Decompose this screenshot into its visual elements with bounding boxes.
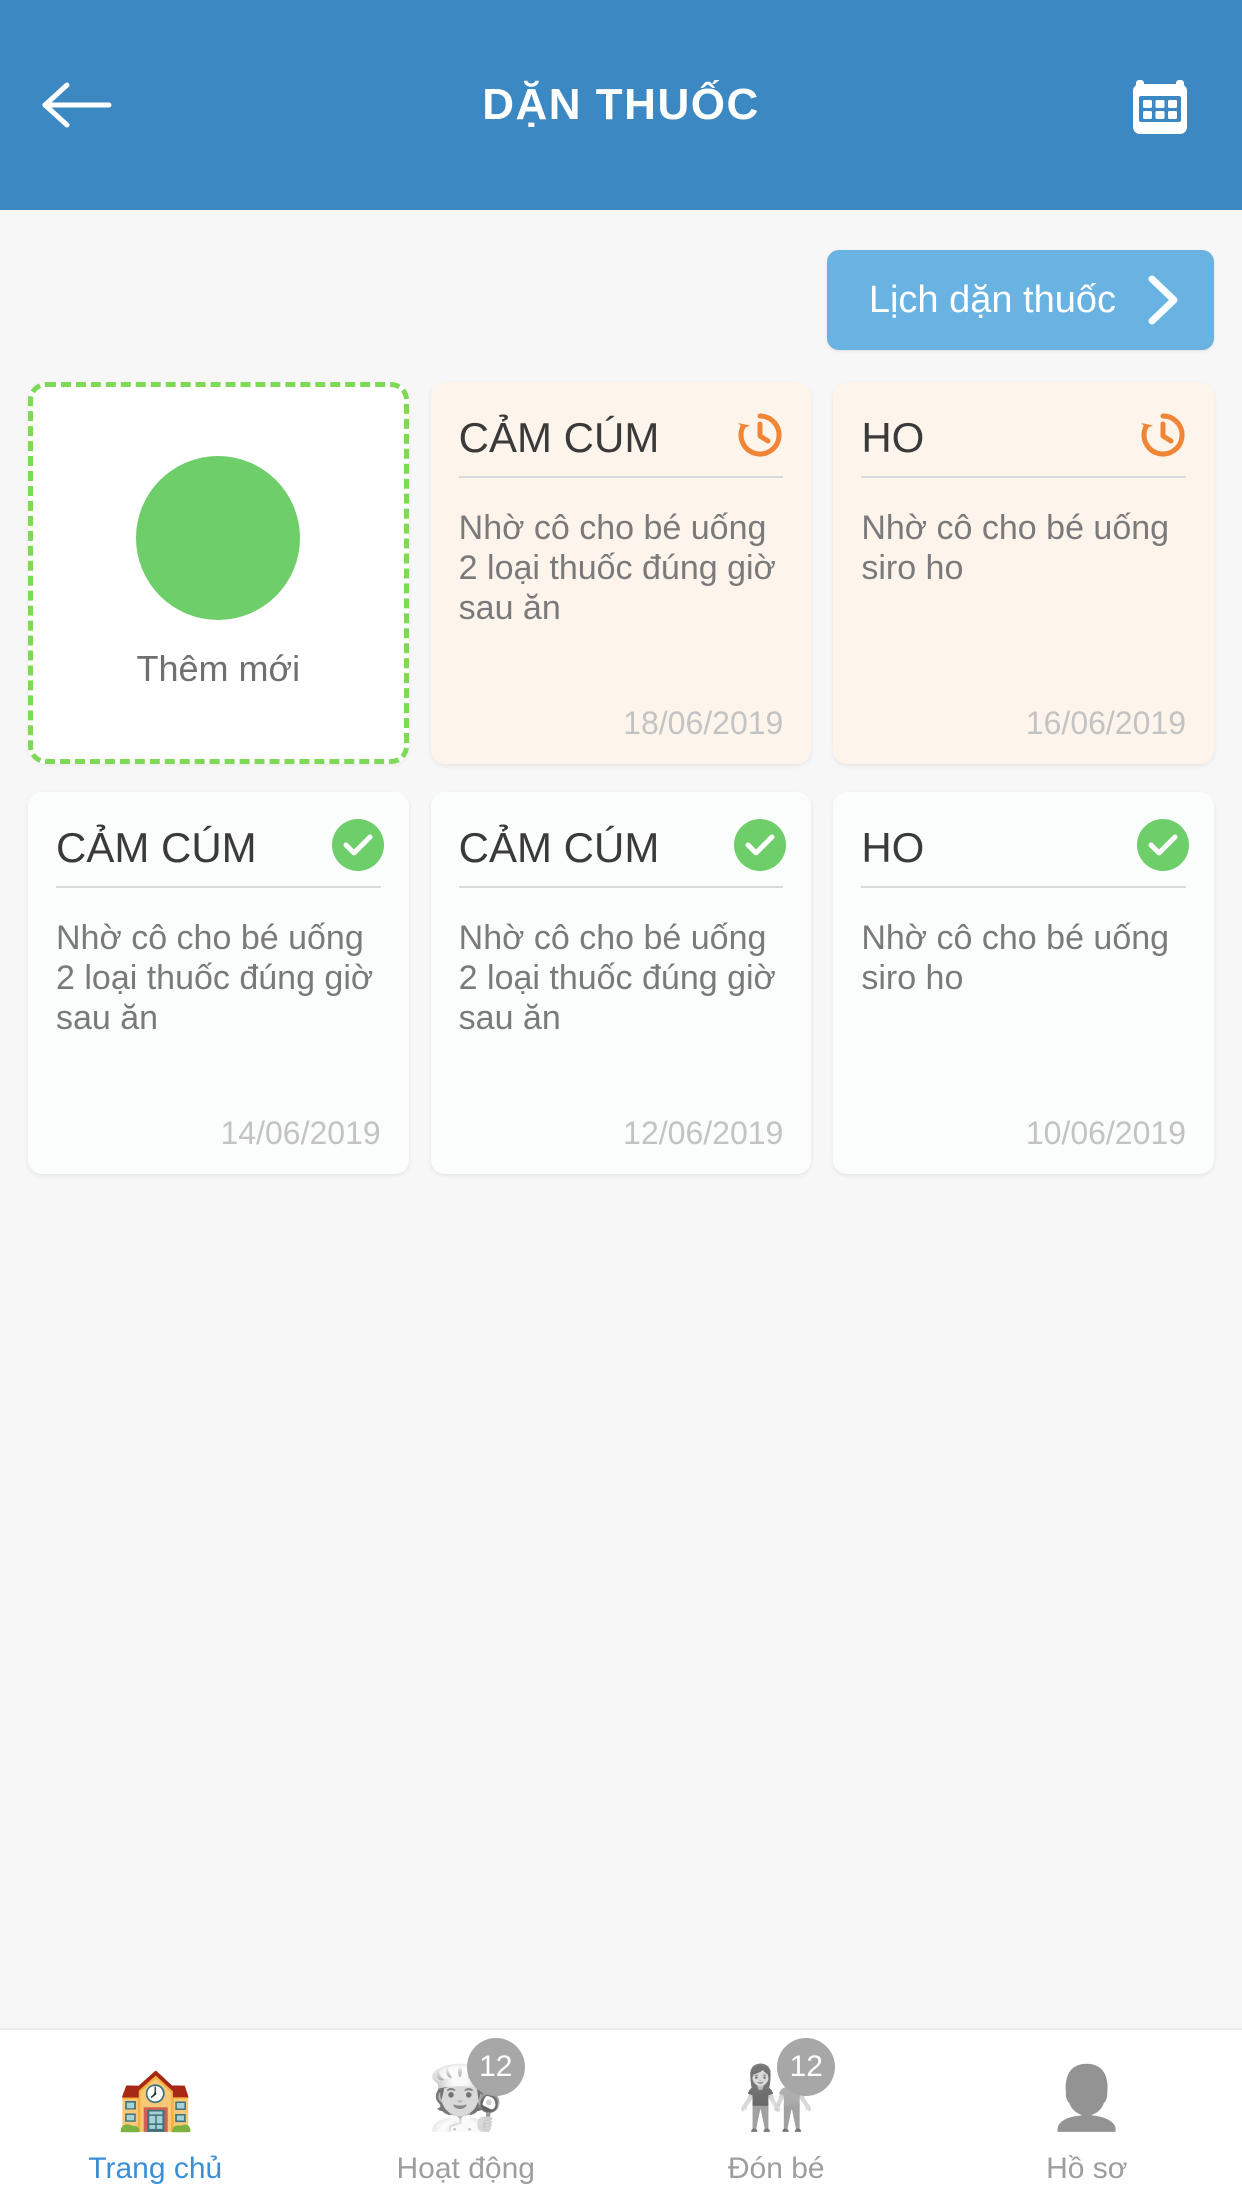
calendar-button[interactable]	[1112, 57, 1208, 153]
chevron-right-icon	[1148, 275, 1178, 325]
content-area: Lịch dặn thuốc Thêm mới CẢM CÚM Nhờ cô c…	[0, 210, 1242, 2028]
card-body-text: Nhờ cô cho bé uống 2 loại thuốc đúng giờ…	[56, 919, 374, 1038]
done-status-badge[interactable]	[331, 818, 385, 872]
medicine-card[interactable]: CẢM CÚM Nhờ cô cho bé uống 2 loại thuốc …	[430, 792, 812, 1174]
history-icon	[738, 413, 782, 457]
tab-label: Đón bé	[727, 2152, 825, 2185]
bottom-navigation: 🏫 Trang chủ 🧑‍🍳 12 Hoạt động 👫 12 Đón bé…	[0, 2028, 1242, 2208]
check-icon	[343, 834, 373, 856]
card-divider	[861, 476, 1186, 479]
card-body-text: Nhờ cô cho bé uống siro ho	[861, 919, 1170, 998]
card-date: 10/06/2019	[1025, 1115, 1186, 1151]
tab-hoat-dong[interactable]: 🧑‍🍳 12 Hoạt động	[311, 2030, 622, 2208]
profile-person-glyph: 👤	[1048, 2064, 1126, 2133]
pickup-child-icon: 👫 12	[737, 2038, 836, 2138]
card-body-text: Nhờ cô cho bé uống siro ho	[861, 509, 1170, 588]
check-icon	[745, 834, 775, 856]
tab-label: Hồ sơ	[1046, 2152, 1128, 2185]
check-circle-icon	[1136, 819, 1189, 871]
plus-circle	[136, 456, 301, 620]
card-divider	[458, 886, 784, 889]
medicine-card[interactable]: HO Nhờ cô cho bé uống siro ho 16/06/2019	[833, 382, 1214, 764]
schedule-button[interactable]: Lịch dặn thuốc	[826, 250, 1214, 350]
card-divider	[458, 476, 784, 479]
history-status-button[interactable]	[733, 408, 787, 462]
medicine-card[interactable]: CẢM CÚM Nhờ cô cho bé uống 2 loại thuốc …	[430, 382, 812, 764]
page-title: DẶN THUỐC	[482, 80, 760, 129]
tab-label: Hoạt động	[396, 2152, 535, 2185]
done-status-badge[interactable]	[1136, 818, 1190, 872]
tab-ho-so[interactable]: 👤 Hồ sơ	[932, 2030, 1242, 2208]
card-body-text: Nhờ cô cho bé uống 2 loại thuốc đúng giờ…	[458, 509, 776, 628]
medicine-card[interactable]: HO Nhờ cô cho bé uống siro ho 10/06/2019	[833, 792, 1214, 1174]
app-header: DẶN THUỐC	[0, 0, 1242, 210]
plus-circle-bg	[136, 456, 301, 620]
profile-person-icon: 👤	[1048, 2060, 1126, 2138]
check-circle-icon	[734, 819, 787, 871]
tab-label: Trang chủ	[88, 2152, 223, 2185]
card-divider	[861, 886, 1186, 889]
calendar-icon	[1133, 80, 1187, 134]
medicine-card[interactable]: CẢM CÚM Nhờ cô cho bé uống 2 loại thuốc …	[28, 792, 409, 1174]
history-status-button[interactable]	[1136, 408, 1190, 462]
check-circle-icon	[331, 819, 384, 871]
school-building-glyph: 🏫	[116, 2064, 194, 2133]
school-building-icon: 🏫	[116, 2060, 194, 2138]
arrow-left-icon	[42, 82, 112, 128]
card-body-text: Nhờ cô cho bé uống 2 loại thuốc đúng giờ…	[458, 919, 776, 1038]
history-icon	[1140, 413, 1185, 457]
tab-badge: 12	[466, 2038, 525, 2096]
tab-don-be[interactable]: 👫 12 Đón bé	[621, 2030, 932, 2208]
card-date: 16/06/2019	[1025, 705, 1186, 741]
activity-person-icon: 🧑‍🍳 12	[427, 2038, 525, 2138]
check-icon	[1148, 834, 1178, 856]
card-divider	[56, 886, 381, 889]
done-status-badge[interactable]	[733, 818, 787, 872]
add-new-card[interactable]: Thêm mới	[28, 382, 409, 764]
tab-badge: 12	[777, 2038, 836, 2096]
tab-trang-chu[interactable]: 🏫 Trang chủ	[0, 2030, 311, 2208]
schedule-button-label: Lịch dặn thuốc	[868, 279, 1116, 321]
card-date: 12/06/2019	[623, 1115, 784, 1151]
app-screen: DẶN THUỐC Lịch dặn thuốc Thêm mới CẢM CÚ…	[0, 0, 1242, 2208]
card-date: 18/06/2019	[623, 705, 784, 741]
medicine-card-grid: Thêm mới CẢM CÚM Nhờ cô cho bé uống 2 lo…	[28, 382, 1214, 1174]
schedule-button-row: Lịch dặn thuốc	[28, 210, 1214, 350]
card-date: 14/06/2019	[220, 1115, 381, 1151]
back-button[interactable]	[22, 50, 132, 160]
add-new-label: Thêm mới	[136, 648, 301, 689]
